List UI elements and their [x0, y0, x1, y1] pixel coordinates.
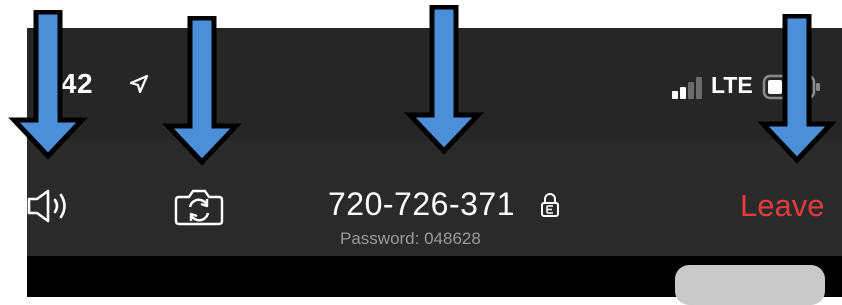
location-arrow-icon: [129, 74, 149, 99]
video-thumbnail[interactable]: [675, 265, 825, 305]
video-area: [27, 256, 842, 305]
meeting-toolbar: 720-726-371 Password: 048628 Leave: [27, 140, 842, 256]
lock-icon[interactable]: [539, 192, 561, 223]
network-label: LTE: [711, 72, 753, 98]
annotation-arrow-icon: [757, 14, 837, 164]
speaker-icon[interactable]: [23, 186, 75, 231]
leave-button[interactable]: Leave: [740, 188, 824, 224]
meeting-password: Password: 048628: [340, 229, 481, 248]
signal-bars-icon: [669, 76, 707, 105]
camera-switch-icon[interactable]: [173, 187, 225, 232]
annotation-arrow-icon: [8, 10, 88, 160]
annotation-arrow-icon: [404, 5, 484, 155]
annotation-arrow-icon: [162, 16, 242, 166]
meeting-id[interactable]: 720-726-371: [328, 186, 515, 223]
